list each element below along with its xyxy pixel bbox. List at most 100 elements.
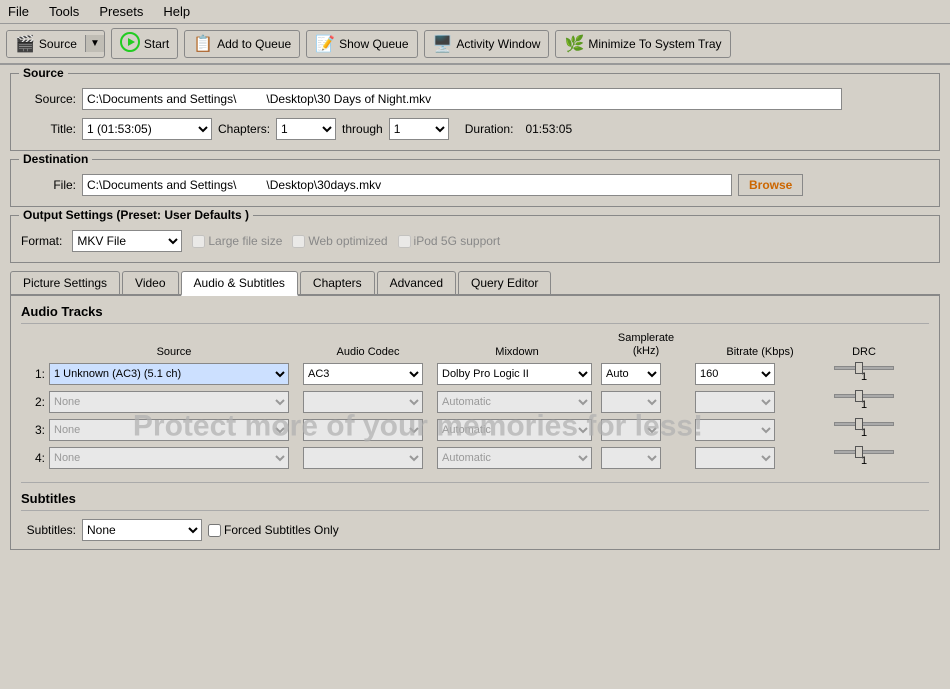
audio-source-3[interactable]: None [49,419,289,441]
file-field-label: File: [21,178,76,192]
audio-codec-3[interactable] [303,419,423,441]
audio-row-3-num: 3: [25,423,45,437]
tab-content-audio: Protect more of your memories for less! … [10,296,940,550]
activity-window-button[interactable]: 🖥️ Activity Window [424,30,550,58]
title-field-label: Title: [21,122,76,136]
tab-query-editor[interactable]: Query Editor [458,271,551,294]
web-optimized-option[interactable]: Web optimized [292,234,387,248]
audio-tracks-header: Source Audio Codec Mixdown Samplerate(kH… [21,330,929,360]
queue-add-icon: 📋 [193,34,213,54]
audio-samplerate-2[interactable] [601,391,661,413]
audio-bitrate-4[interactable] [695,447,775,469]
destination-section: Destination File: Browse [10,159,940,207]
audio-row-2-num: 2: [25,395,45,409]
audio-drc-3: 1 [829,422,899,439]
source-row: Source: [21,88,929,110]
audio-mixdown-3[interactable]: Automatic [437,419,592,441]
audio-source-2[interactable]: None [49,391,289,413]
add-to-queue-label: Add to Queue [217,37,291,51]
audio-codec-4[interactable] [303,447,423,469]
audio-row-4: 4: None Automatic 1 [21,444,929,472]
audio-mixdown-2[interactable]: Automatic [437,391,592,413]
audio-drc-4: 1 [829,450,899,467]
subtitles-title: Subtitles [21,491,929,511]
audio-row-1: 1: 1 Unknown (AC3) (5.1 ch) AC3 Dolby Pr… [21,360,929,388]
audio-mixdown-4[interactable]: Automatic [437,447,592,469]
audio-tracks-title: Audio Tracks [21,304,929,324]
browse-button[interactable]: Browse [738,174,803,196]
minimize-icon: 🌿 [564,34,584,54]
destination-input[interactable] [82,174,732,196]
audio-source-4[interactable]: None [49,447,289,469]
header-source: Source [49,346,299,358]
duration-value: 01:53:05 [525,122,572,136]
header-bitrate: Bitrate (Kbps) [695,346,825,358]
format-select[interactable]: MKV FileMP4 FileAVI File [72,230,182,252]
audio-samplerate-1[interactable]: Auto [601,363,661,385]
format-label: Format: [21,234,62,248]
subtitles-label: Subtitles: [21,523,76,537]
tab-picture-settings[interactable]: Picture Settings [10,271,120,294]
subtitles-row: Subtitles: None Forced Subtitles Only [21,519,929,541]
tab-video[interactable]: Video [122,271,178,294]
chapters-from-select[interactable]: 1 [276,118,336,140]
header-drc: DRC [829,346,899,358]
minimize-button[interactable]: 🌿 Minimize To System Tray [555,30,730,58]
main-content: Source Source: Title: 1 (01:53:05) Chapt… [0,65,950,558]
source-label: Source [39,37,77,51]
source-section-title: Source [19,66,68,80]
title-select[interactable]: 1 (01:53:05) [82,118,212,140]
activity-window-label: Activity Window [456,37,540,51]
chapters-to-select[interactable]: 1 [389,118,449,140]
audio-bitrate-3[interactable] [695,419,775,441]
toolbar: 🎬 Source ▼ Start 📋 Add to Queue 📝 Show Q… [0,24,950,65]
show-queue-button[interactable]: 📝 Show Queue [306,30,417,58]
audio-mixdown-1[interactable]: Dolby Pro Logic II [437,363,592,385]
audio-row-4-num: 4: [25,451,45,465]
audio-drc-2: 1 [829,394,899,411]
activity-icon: 🖥️ [433,34,453,54]
source-field-label: Source: [21,92,76,106]
forced-subtitles-option[interactable]: Forced Subtitles Only [208,523,339,537]
header-codec: Audio Codec [303,346,433,358]
through-label: through [342,122,383,136]
subtitles-select[interactable]: None [82,519,202,541]
output-settings-row: Format: MKV FileMP4 FileAVI File Large f… [21,230,929,252]
source-dropdown-arrow[interactable]: ▼ [85,35,104,52]
header-mixdown: Mixdown [437,346,597,358]
audio-samplerate-3[interactable] [601,419,661,441]
add-to-queue-button[interactable]: 📋 Add to Queue [184,30,300,58]
queue-show-icon: 📝 [315,34,335,54]
audio-bitrate-2[interactable] [695,391,775,413]
large-file-option[interactable]: Large file size [192,234,282,248]
ipod-option[interactable]: iPod 5G support [398,234,501,248]
tab-chapters[interactable]: Chapters [300,271,375,294]
source-button[interactable]: 🎬 Source ▼ [6,30,105,58]
audio-source-1[interactable]: 1 Unknown (AC3) (5.1 ch) [49,363,289,385]
minimize-label: Minimize To System Tray [588,37,721,51]
start-label: Start [144,37,169,51]
tab-advanced[interactable]: Advanced [377,271,456,294]
menu-help[interactable]: Help [159,2,194,21]
chapters-label: Chapters: [218,122,270,136]
menu-file[interactable]: File [4,2,33,21]
audio-samplerate-4[interactable] [601,447,661,469]
source-input[interactable] [82,88,842,110]
menu-tools[interactable]: Tools [45,2,83,21]
start-button[interactable]: Start [111,28,178,59]
audio-row-3: 3: None Automatic 1 [21,416,929,444]
audio-bitrate-1[interactable]: 160 [695,363,775,385]
output-settings-section: Output Settings (Preset: User Defaults )… [10,215,940,263]
duration-label: Duration: [465,122,514,136]
audio-drc-1: 1 [829,366,899,383]
tab-audio-subtitles[interactable]: Audio & Subtitles [181,271,298,296]
header-samplerate: Samplerate(kHz) [601,332,691,358]
output-settings-title: Output Settings (Preset: User Defaults ) [19,208,253,222]
audio-codec-2[interactable] [303,391,423,413]
menu-presets[interactable]: Presets [95,2,147,21]
title-row: Title: 1 (01:53:05) Chapters: 1 through … [21,118,929,140]
audio-codec-1[interactable]: AC3 [303,363,423,385]
audio-row-2: 2: None Automatic 1 [21,388,929,416]
audio-row-1-num: 1: [25,367,45,381]
play-circle-icon [120,32,140,55]
